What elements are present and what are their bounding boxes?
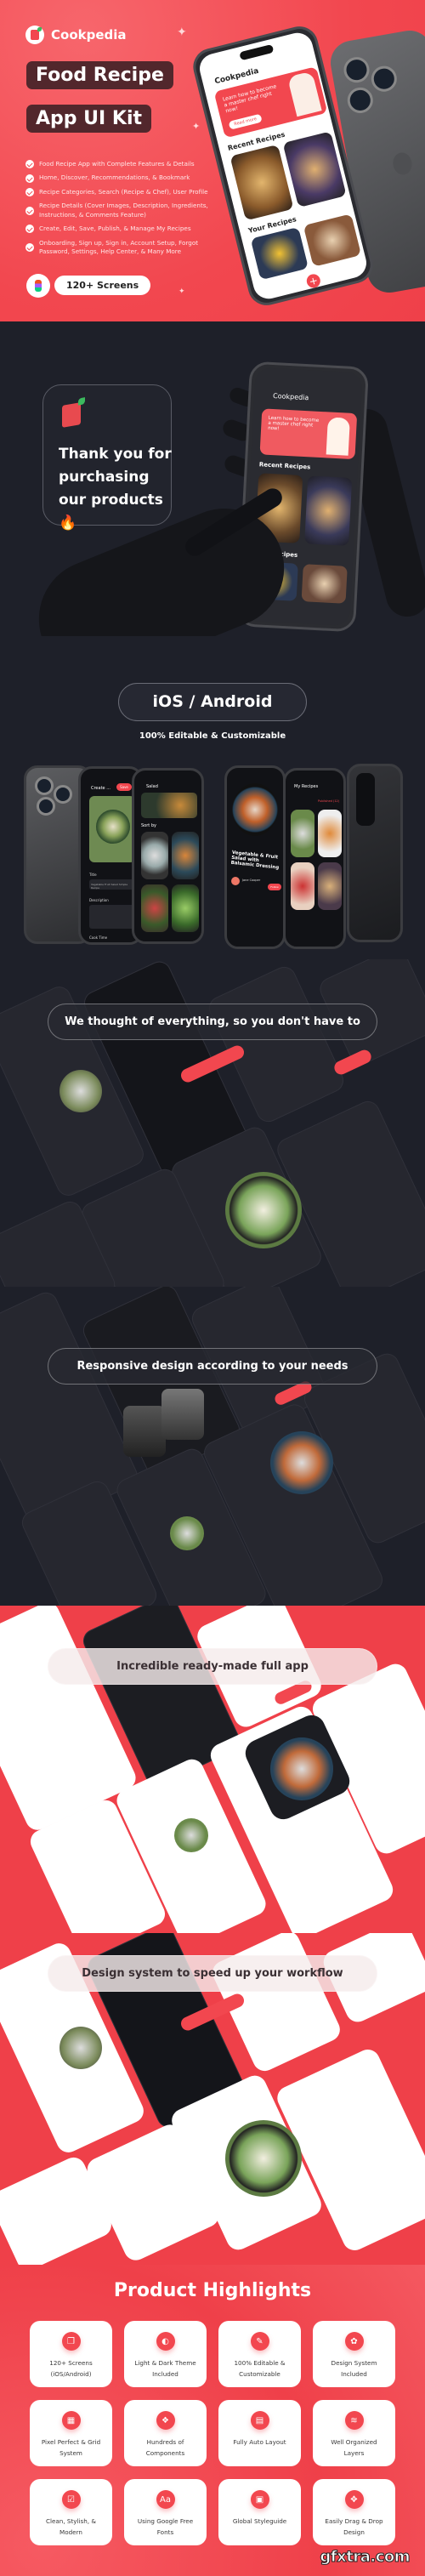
sparkle-icon: ✦ <box>177 26 187 39</box>
recipe-card[interactable] <box>301 564 348 604</box>
title-line-2: App UI Kit <box>26 105 151 133</box>
dark-collage-2: Responsive design according to your need… <box>0 1287 425 1606</box>
recipe-card[interactable] <box>282 131 347 208</box>
feature-item: Onboarding, Sign up, Sign in, Account Se… <box>26 239 212 257</box>
font-icon: Aa <box>156 2490 175 2509</box>
thanks-message: Thank you for purchasing our products 🔥 <box>59 446 172 532</box>
edit-icon: ✎ <box>250 2332 269 2351</box>
highlight-label: Global Styleguide <box>232 2517 287 2525</box>
highlight-card: ▣ Global Styleguide <box>218 2479 301 2545</box>
highlight-card: ✿ Design System Included <box>313 2321 395 2387</box>
highlight-label: 120+ Screens (iOS/Android) <box>49 2359 93 2378</box>
title-input[interactable]: Vegetable Fruit Salad Simple Recipe <box>89 879 137 890</box>
highlight-label: Pixel Perfect & Grid System <box>41 2438 101 2457</box>
apple-logo-icon <box>391 151 414 177</box>
check-icon <box>26 206 34 215</box>
platform-badge: iOS / Android <box>118 683 307 721</box>
brand-name: Cookpedia <box>51 27 127 43</box>
feature-item: Food Recipe App with Complete Features &… <box>26 160 212 169</box>
highlight-label: 100% Editable & Customizable <box>234 2359 286 2378</box>
feature-list: Food Recipe App with Complete Features &… <box>26 160 212 262</box>
layers-icon: ≋ <box>344 2411 364 2430</box>
highlight-label: Clean, Stylish, & Modern <box>45 2517 97 2536</box>
chef-photo[interactable] <box>162 1389 204 1440</box>
highlight-label: Fully Auto Layout <box>233 2438 286 2446</box>
move-icon: ✥ <box>344 2490 364 2509</box>
banner-everything: We thought of everything, so you don't h… <box>48 1004 377 1040</box>
feature-item: Recipe Details (Cover Images, Descriptio… <box>26 202 212 219</box>
cookpedia-logo-icon <box>62 402 81 428</box>
check-icon <box>26 243 34 253</box>
screens-icon: ❐ <box>61 2332 81 2351</box>
theme-icon: ◐ <box>156 2332 175 2351</box>
brand: Cookpedia <box>26 26 127 44</box>
recipe-card[interactable] <box>303 213 362 267</box>
highlight-card: Aa Using Google Free Fonts <box>124 2479 207 2545</box>
highlight-label: Hundreds of Components <box>145 2438 185 2457</box>
highlight-label: Easily Drag & Drop Design <box>325 2517 383 2536</box>
platform-section: iOS / Android 100% Editable & Customizab… <box>0 636 425 959</box>
light-collage-1: Incredible ready-made full app <box>0 1606 425 1933</box>
palette-icon: ✿ <box>344 2332 364 2351</box>
grid-icon: ▦ <box>61 2411 81 2430</box>
platform-subtitle: 100% Editable & Customizable <box>139 731 286 741</box>
check-square-icon: ☑ <box>61 2490 81 2509</box>
components-icon: ❖ <box>156 2411 175 2430</box>
thanks-card: Thank you for purchasing our products 🔥 <box>42 384 172 532</box>
check-icon <box>26 225 34 234</box>
chef-photo[interactable] <box>123 1406 166 1457</box>
add-recipe-button[interactable]: + <box>305 272 322 290</box>
highlight-card: ✥ Easily Drag & Drop Design <box>313 2479 395 2545</box>
cookpedia-logo-icon <box>26 26 44 44</box>
highlight-card: ❐ 120+ Screens (iOS/Android) <box>30 2321 112 2387</box>
highlights-section: Product Highlights ❐ 120+ Screens (iOS/An… <box>0 2265 425 2576</box>
hero-section: Cookpedia ✦ ✦ ✦ Food Recipe App UI Kit F… <box>0 0 425 321</box>
highlights-title: Product Highlights <box>113 2280 312 2301</box>
recipe-card[interactable] <box>250 226 309 281</box>
feature-item: Recipe Categories, Search (Recipe & Chef… <box>26 188 212 197</box>
title-line-1: Food Recipe <box>26 61 173 89</box>
highlight-card: ≋ Well Organized Layers <box>313 2400 395 2466</box>
recipe-detail-screen: Vegetable & Fruit Salad with Balsamic Dr… <box>224 765 286 949</box>
highlight-label: Light & Dark Theme Included <box>134 2359 196 2378</box>
figma-icon <box>26 274 50 298</box>
highlight-label: Well Organized Layers <box>331 2438 377 2457</box>
recipe-card[interactable] <box>230 144 294 221</box>
highlight-card: ❖ Hundreds of Components <box>124 2400 207 2466</box>
banner-full-app: Incredible ready-made full app <box>48 1648 377 1685</box>
watermark: gfxtra.com <box>320 2548 411 2567</box>
styleguide-icon: ▣ <box>250 2490 269 2509</box>
feature-item: Home, Discover, Recommendations, & Bookm… <box>26 173 212 183</box>
feature-item: Create, Edit, Save, Publish, & Manage My… <box>26 225 212 234</box>
highlight-card: ▤ Fully Auto Layout <box>218 2400 301 2466</box>
light-collage-2: Design system to speed up your workflow <box>0 1933 425 2265</box>
recipe-card[interactable] <box>304 475 353 546</box>
save-button[interactable]: Save <box>116 783 132 791</box>
check-icon <box>26 173 34 183</box>
salad-category-screen: Salad Sort by <box>132 768 204 944</box>
highlight-label: Design System Included <box>331 2359 377 2378</box>
check-icon <box>26 160 34 169</box>
sparkle-icon: ✦ <box>192 121 201 132</box>
check-icon <box>26 188 34 197</box>
highlight-card: ☑ Clean, Stylish, & Modern <box>30 2479 112 2545</box>
banner-design-system: Design system to speed up your workflow <box>48 1955 377 1992</box>
highlight-card: ▦ Pixel Perfect & Grid System <box>30 2400 112 2466</box>
dark-collage-1: We thought of everything, so you don't h… <box>0 959 425 1287</box>
read-more-button[interactable]: Read more <box>228 113 263 130</box>
highlight-card: ◐ Light & Dark Theme Included <box>124 2321 207 2387</box>
highlights-grid: ❐ 120+ Screens (iOS/Android) ◐ Light & Dark… <box>30 2321 395 2545</box>
auto-layout-icon: ▤ <box>250 2411 269 2430</box>
my-recipes-screen: My Recipes Published (12) <box>283 768 346 949</box>
description-input[interactable] <box>89 905 137 929</box>
follow-button[interactable]: Follow <box>268 884 281 890</box>
highlight-card: ✎ 100% Editable & Customizable <box>218 2321 301 2387</box>
highlight-label: Using Google Free Fonts <box>137 2517 194 2536</box>
banner-responsive: Responsive design according to your need… <box>48 1348 377 1385</box>
android-back-mockup <box>347 764 403 942</box>
screens-badge: 120+ Screens <box>54 276 151 295</box>
sparkle-icon: ✦ <box>178 287 185 296</box>
thanks-section: Thank you for purchasing our products 🔥 … <box>0 321 425 636</box>
